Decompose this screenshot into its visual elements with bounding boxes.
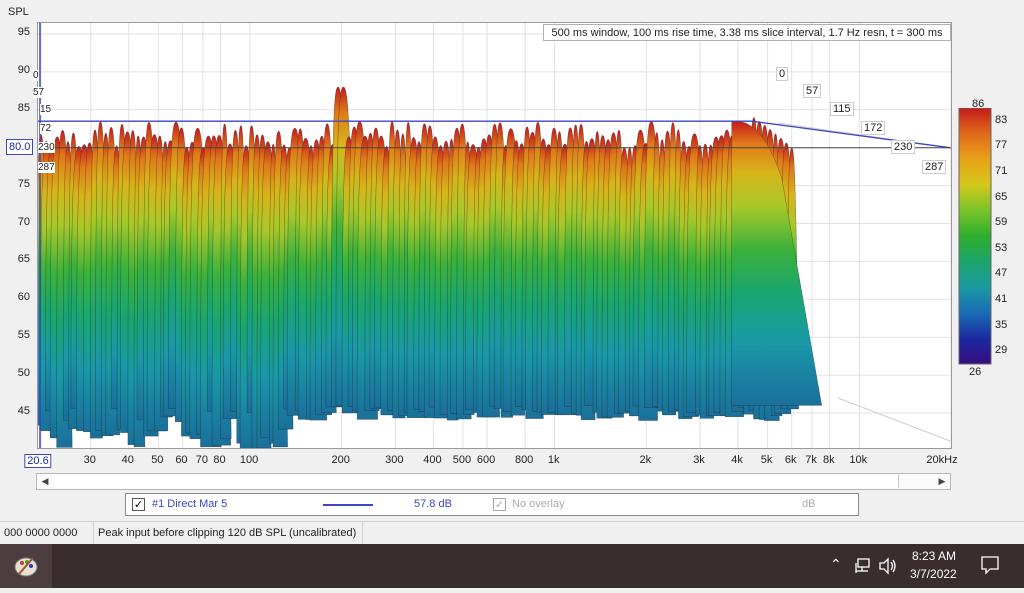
colorbar-tick: 41: [995, 293, 1008, 305]
overlay-label[interactable]: No overlay: [512, 498, 565, 510]
waterfall-surface: [38, 86, 823, 448]
colorbar-tick: 47: [995, 267, 1008, 280]
x-tick-label: 400: [423, 454, 442, 466]
x-tick-label: 4k: [731, 454, 743, 466]
legend-panel: ✓ #1 Direct Mar 5 57.8 dB ✓ No overlay d…: [125, 493, 859, 516]
y-tick-label: 90: [17, 63, 30, 76]
taskbar-app-button[interactable]: [0, 544, 52, 588]
time-label-right: 57: [803, 84, 822, 98]
cursor-level-label: 80.0: [6, 139, 34, 155]
colorbar-tick: 71: [995, 165, 1008, 177]
x-tick-label: 200: [331, 454, 350, 466]
x-tick-label: 70: [195, 454, 208, 466]
paint-palette-icon: [14, 557, 38, 577]
time-label-right: 0: [776, 67, 789, 81]
colorbar: 86 83 77 71 65 59 53 47 41 35 29 26: [957, 98, 1023, 378]
x-tick-label: 800: [514, 454, 534, 466]
overlay-unit: dB: [802, 498, 816, 510]
x-tick-label: 500: [452, 454, 472, 466]
x-tick-label: 20.6: [24, 454, 52, 468]
x-tick-label: 40: [121, 454, 134, 466]
time-label-right: 172: [861, 121, 886, 135]
time-label-left: 15: [40, 104, 52, 115]
colorbar-tick: 35: [995, 318, 1008, 331]
y-tick-label: 95: [17, 26, 30, 38]
scrollbar-thumb[interactable]: [53, 475, 899, 488]
x-tick-label: 6k: [784, 454, 797, 466]
network-icon[interactable]: [853, 557, 871, 575]
measurement-name[interactable]: #1 Direct Mar 5: [152, 498, 227, 510]
time-label-left: 57: [33, 87, 45, 98]
clock-time[interactable]: 8:23 AM: [912, 549, 956, 563]
overlay-checkbox[interactable]: ✓: [493, 498, 506, 511]
waterfall-tail: [731, 120, 823, 406]
time-label-right: 230: [891, 140, 916, 154]
x-tick-label: 60: [175, 454, 188, 466]
time-label-left: 287: [38, 162, 55, 173]
time-label-left: 0: [33, 70, 39, 81]
colorbar-tick: 65: [995, 190, 1008, 203]
colorbar-min: 26: [969, 366, 982, 378]
arrow-left-icon: ◀: [41, 476, 49, 486]
y-axis-title: SPL: [8, 6, 29, 18]
colorbar-tick: 29: [995, 344, 1008, 357]
x-tick-label: 2k: [639, 454, 652, 466]
measurement-line-swatch: [323, 504, 373, 506]
colorbar-tick: 59: [995, 216, 1008, 229]
x-tick-label: 1k: [547, 454, 560, 466]
x-tick-label: 10k: [849, 454, 868, 466]
colorbar-gradient: [958, 108, 992, 365]
measurement-value: 57.8 dB: [414, 498, 452, 510]
x-tick-label: 20kHz: [926, 454, 958, 466]
x-tick-label: 7k: [805, 454, 817, 466]
clock-date[interactable]: 3/7/2022: [910, 567, 957, 581]
x-tick-label: 8k: [822, 454, 835, 466]
measurement-checkbox[interactable]: ✓: [132, 498, 145, 511]
colorbar-tick: 83: [995, 113, 1008, 126]
time-label-right: 287: [922, 160, 947, 174]
x-tick-label: 3k: [693, 454, 705, 466]
speaker-icon[interactable]: [878, 557, 898, 575]
time-label-right: 115: [830, 102, 854, 116]
scroll-right-button[interactable]: ▶: [934, 474, 950, 489]
y-tick-label: 45: [17, 405, 30, 417]
status-bar: 000 0000 0000 Peak input before clipping…: [0, 521, 1024, 544]
x-tick-label: 300: [385, 454, 404, 466]
x-tick-label: 30: [83, 454, 96, 466]
colorbar-tick: 77: [995, 139, 1008, 152]
scroll-left-button[interactable]: ◀: [37, 474, 53, 489]
y-tick-label: 70: [17, 215, 30, 228]
y-tick-label: 60: [17, 291, 30, 304]
time-label-left: 72: [40, 123, 52, 134]
colorbar-tick: 53: [995, 241, 1008, 254]
rew-window: SPL 95 90 85 80 75 70 65 60 55 50 45 80.0 500 ms w…: [0, 0, 1024, 588]
chevron-up-icon[interactable]: ⌃: [830, 556, 842, 573]
x-tick-label: 80: [213, 454, 226, 466]
windows-taskbar: ⌃ 8:23 AM 3/7/2022: [0, 544, 1024, 588]
time-label-left: 230: [38, 142, 55, 153]
status-cell-1: 000 0000 0000: [0, 522, 94, 544]
x-tick-label: 50: [151, 454, 164, 466]
chart-title: 500 ms window, 100 ms rise time, 3.38 ms…: [543, 24, 951, 41]
x-tick-label: 600: [476, 454, 496, 466]
arrow-right-icon: ▶: [938, 476, 946, 486]
y-tick-label: 65: [17, 253, 30, 266]
notification-icon[interactable]: [980, 555, 1000, 575]
y-tick-label: 85: [17, 101, 30, 114]
x-tick-label: 5k: [760, 454, 773, 466]
y-tick-label: 50: [17, 367, 30, 380]
horizontal-scrollbar[interactable]: ◀ ▶: [36, 473, 951, 490]
x-tick-label: 100: [239, 454, 259, 466]
y-tick-label: 55: [17, 329, 30, 342]
y-tick-label: 75: [17, 177, 30, 190]
status-clipping-info: Peak input before clipping 120 dB SPL (u…: [94, 522, 363, 544]
